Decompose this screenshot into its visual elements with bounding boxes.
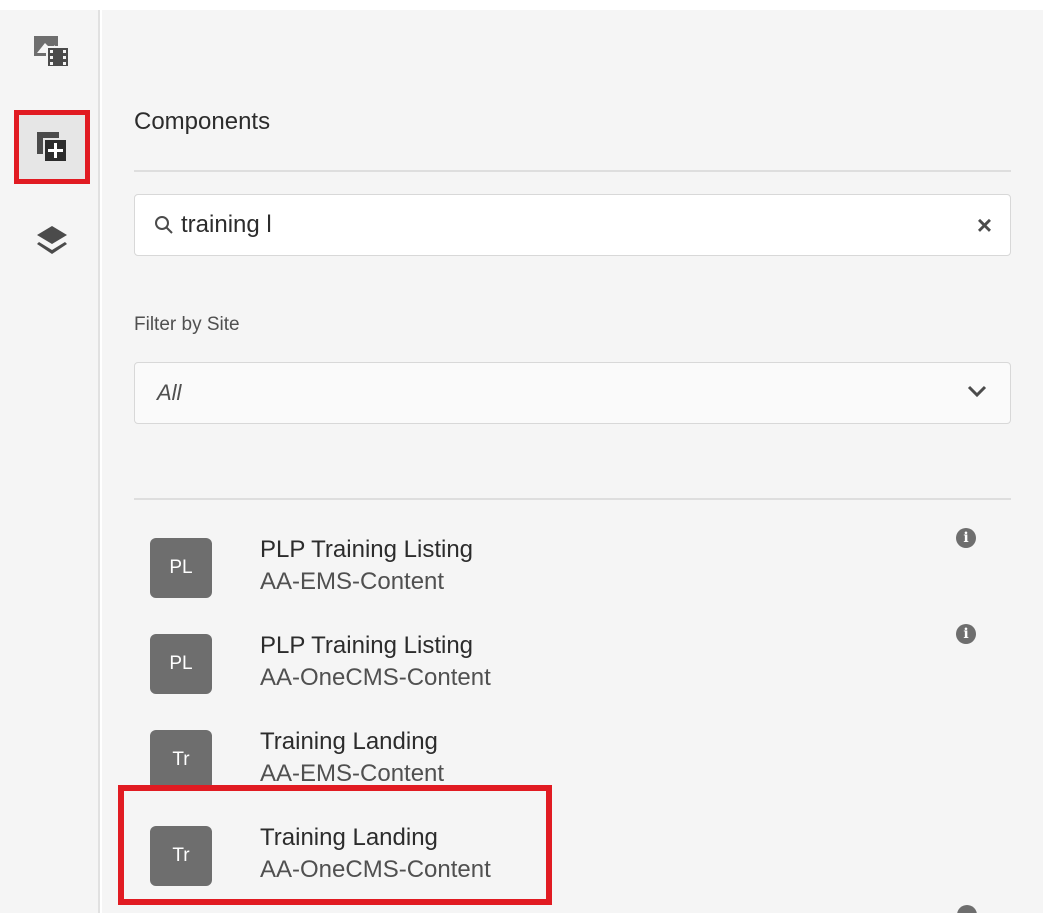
highlight-box	[118, 785, 552, 905]
panel-title: Components	[134, 108, 271, 135]
components-icon	[37, 132, 68, 163]
clear-icon[interactable]: ×	[977, 210, 992, 241]
component-badge: PL	[150, 634, 212, 694]
component-title: Training Landing	[260, 728, 438, 755]
site-filter-select[interactable]: All	[134, 362, 1011, 424]
site-filter-value: All	[157, 380, 182, 405]
search-field[interactable]: training l ×	[134, 194, 1011, 256]
components-panel: Components training l × Filter by Site A…	[102, 10, 1043, 913]
component-title: PLP Training Listing	[260, 536, 474, 563]
component-badge: Tr	[150, 730, 212, 790]
component-group: AA-EMS-Content	[260, 760, 445, 787]
component-badge: PL	[150, 538, 212, 598]
content-tree-button[interactable]	[14, 206, 90, 276]
content-tree-icon	[37, 226, 67, 254]
divider	[134, 498, 1011, 500]
filter-label: Filter by Site	[134, 314, 240, 335]
components-button[interactable]	[14, 110, 90, 184]
chevron-down-icon	[966, 384, 988, 403]
info-icon[interactable]: i	[956, 624, 976, 644]
search-input[interactable]: training l	[181, 211, 977, 239]
search-icon	[153, 213, 177, 237]
component-group: AA-EMS-Content	[260, 568, 445, 595]
component-group: AA-OneCMS-Content	[260, 664, 491, 691]
info-icon[interactable]: i	[956, 528, 976, 548]
side-rail	[0, 10, 100, 913]
assets-icon	[34, 36, 70, 68]
assets-button[interactable]	[14, 16, 90, 86]
component-title: PLP Training Listing	[260, 632, 474, 659]
list-item[interactable]: PL PLP Training Listing AA-EMS-Content i	[134, 528, 1011, 618]
divider	[134, 170, 1011, 172]
list-item[interactable]: PL PLP Training Listing AA-OneCMS-Conten…	[134, 624, 1011, 714]
